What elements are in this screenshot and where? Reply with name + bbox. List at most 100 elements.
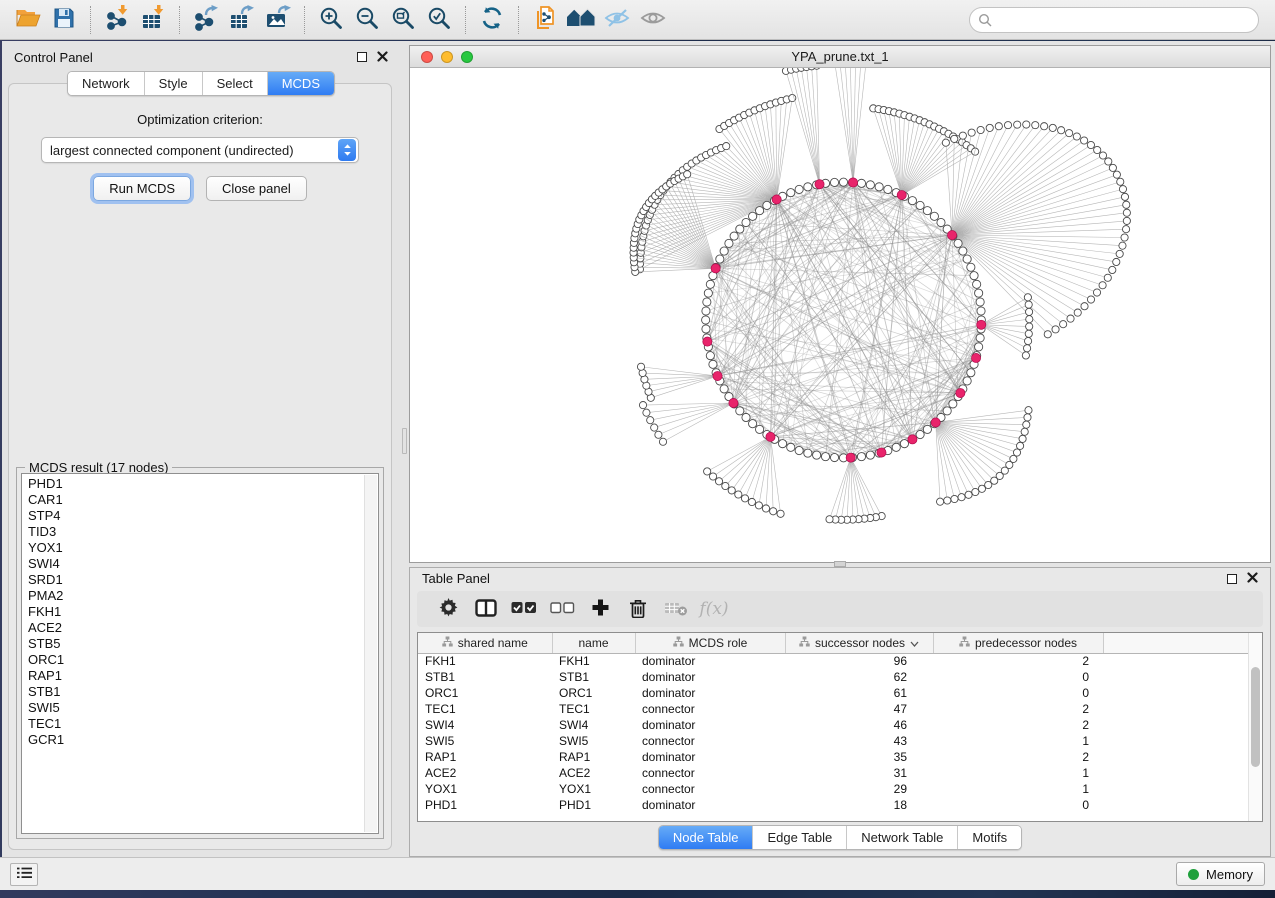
column-header-name[interactable]: name (552, 633, 635, 653)
zoom-window-icon[interactable] (461, 51, 473, 63)
function-builder-button[interactable]: f(x) (695, 594, 733, 624)
delete-table-button[interactable] (657, 594, 695, 624)
table-row[interactable]: FKH1FKH1dominator962 (418, 653, 1249, 669)
clone-network-button[interactable] (527, 4, 563, 36)
mcds-result-item[interactable]: STB1 (28, 684, 378, 700)
float-panel-icon[interactable] (357, 52, 367, 62)
close-table-panel-icon[interactable] (1247, 571, 1258, 586)
mcds-result-item[interactable]: YOX1 (28, 540, 378, 556)
create-column-button[interactable] (581, 594, 619, 624)
table-row[interactable]: RAP1RAP1dominator352 (418, 749, 1249, 765)
mcds-result-item[interactable]: PHD1 (28, 476, 378, 492)
tab-mcds[interactable]: MCDS (267, 72, 334, 95)
tab-select[interactable]: Select (202, 72, 267, 95)
mcds-result-item[interactable]: SWI4 (28, 556, 378, 572)
network-view[interactable] (410, 68, 1270, 562)
float-table-panel-icon[interactable] (1227, 574, 1237, 584)
tab-edge-table[interactable]: Edge Table (752, 826, 846, 849)
table-cell: RAP1 (552, 749, 635, 765)
hide-selected-button[interactable] (599, 4, 635, 36)
export-image-button[interactable] (260, 4, 296, 36)
table-row[interactable]: SWI4SWI4dominator462 (418, 717, 1249, 733)
table-cell: 29 (785, 781, 933, 797)
table-row[interactable]: ACE2ACE2connector311 (418, 765, 1249, 781)
table-row[interactable]: ORC1ORC1dominator610 (418, 685, 1249, 701)
export-table-button[interactable] (224, 4, 260, 36)
task-history-button[interactable] (10, 863, 38, 886)
column-header-predecessor-nodes[interactable]: predecessor nodes (933, 633, 1103, 653)
mcds-result-item[interactable]: STP4 (28, 508, 378, 524)
table-row[interactable]: SWI5SWI5connector431 (418, 733, 1249, 749)
save-session-button[interactable] (46, 4, 82, 36)
table-settings-button[interactable] (429, 594, 467, 624)
select-all-columns-button[interactable] (505, 594, 543, 624)
close-panel-button[interactable]: Close panel (206, 176, 307, 201)
mcds-result-item[interactable]: TID3 (28, 524, 378, 540)
result-list-scrollbar[interactable] (364, 475, 377, 832)
export-network-icon (193, 5, 219, 34)
table-scrollbar-thumb[interactable] (1251, 667, 1260, 767)
mcds-result-item[interactable]: ACE2 (28, 620, 378, 636)
mcds-result-item[interactable]: ORC1 (28, 652, 378, 668)
table-cell: FKH1 (418, 653, 552, 669)
table-tabs: Node Table Edge Table Network Table Moti… (410, 822, 1270, 852)
import-network-button[interactable] (99, 4, 135, 36)
memory-button[interactable]: Memory (1176, 862, 1265, 886)
zoom-fit-button[interactable] (385, 4, 421, 36)
refresh-icon (479, 5, 505, 34)
tab-style[interactable]: Style (144, 72, 202, 95)
mcds-result-item[interactable]: TEC1 (28, 716, 378, 732)
delete-column-button[interactable] (619, 594, 657, 624)
refresh-button[interactable] (474, 4, 510, 36)
column-header-successor-nodes[interactable]: successor nodes (785, 633, 933, 653)
column-header-shared-name[interactable]: shared name (418, 633, 552, 653)
zoom-in-button[interactable] (313, 4, 349, 36)
optimization-criterion-select[interactable]: largest connected component (undirected) (41, 137, 359, 163)
table-row[interactable]: TEC1TEC1connector472 (418, 701, 1249, 717)
mcds-result-item[interactable]: PMA2 (28, 588, 378, 604)
show-all-button[interactable] (635, 4, 671, 36)
export-network-button[interactable] (188, 4, 224, 36)
network-hub-node (766, 432, 775, 441)
panel-splitter[interactable] (400, 45, 409, 857)
horizontal-splitter[interactable] (409, 563, 1271, 566)
mcds-result-item[interactable]: FKH1 (28, 604, 378, 620)
right-column: YPA_prune.txt_1 Table Panel (409, 45, 1271, 857)
table-scrollbar[interactable] (1248, 633, 1262, 821)
tab-network-table[interactable]: Network Table (846, 826, 957, 849)
mcds-result-item[interactable]: RAP1 (28, 668, 378, 684)
mcds-result-list[interactable]: PHD1CAR1STP4TID3YOX1SWI4SRD1PMA2FKH1ACE2… (21, 473, 379, 834)
horizontal-splitter-handle[interactable] (834, 561, 846, 567)
table-row[interactable]: STB1STB1dominator620 (418, 669, 1249, 685)
close-panel-icon[interactable] (377, 50, 388, 65)
network-window-titlebar[interactable]: YPA_prune.txt_1 (410, 46, 1270, 68)
table-row[interactable]: PHD1PHD1dominator180 (418, 797, 1249, 813)
zoom-out-button[interactable] (349, 4, 385, 36)
splitter-handle[interactable] (402, 428, 407, 454)
mcds-result-item[interactable]: GCR1 (28, 732, 378, 748)
table-cell: SWI4 (552, 717, 635, 733)
table-cell: SWI4 (418, 717, 552, 733)
mcds-result-item[interactable]: CAR1 (28, 492, 378, 508)
table-row[interactable]: YOX1YOX1connector291 (418, 781, 1249, 797)
mcds-result-item[interactable]: STB5 (28, 636, 378, 652)
column-header-mcds-role[interactable]: MCDS role (635, 633, 785, 653)
eye-slash-icon (603, 7, 631, 32)
import-table-button[interactable] (135, 4, 171, 36)
minimize-window-icon[interactable] (441, 51, 453, 63)
close-window-icon[interactable] (421, 51, 433, 63)
mcds-result-item[interactable]: SWI5 (28, 700, 378, 716)
network-canvas[interactable] (410, 68, 1270, 562)
mcds-result-item[interactable]: SRD1 (28, 572, 378, 588)
first-neighbors-button[interactable] (563, 4, 599, 36)
open-session-button[interactable] (10, 4, 46, 36)
zoom-selected-button[interactable] (421, 4, 457, 36)
tab-motifs[interactable]: Motifs (957, 826, 1021, 849)
deselect-all-columns-button[interactable] (543, 594, 581, 624)
run-mcds-button[interactable]: Run MCDS (93, 176, 191, 201)
show-columns-button[interactable] (467, 594, 505, 624)
search-input[interactable] (969, 7, 1259, 33)
tab-network[interactable]: Network (68, 72, 144, 95)
table-cell: STB1 (418, 669, 552, 685)
tab-node-table[interactable]: Node Table (659, 826, 753, 849)
